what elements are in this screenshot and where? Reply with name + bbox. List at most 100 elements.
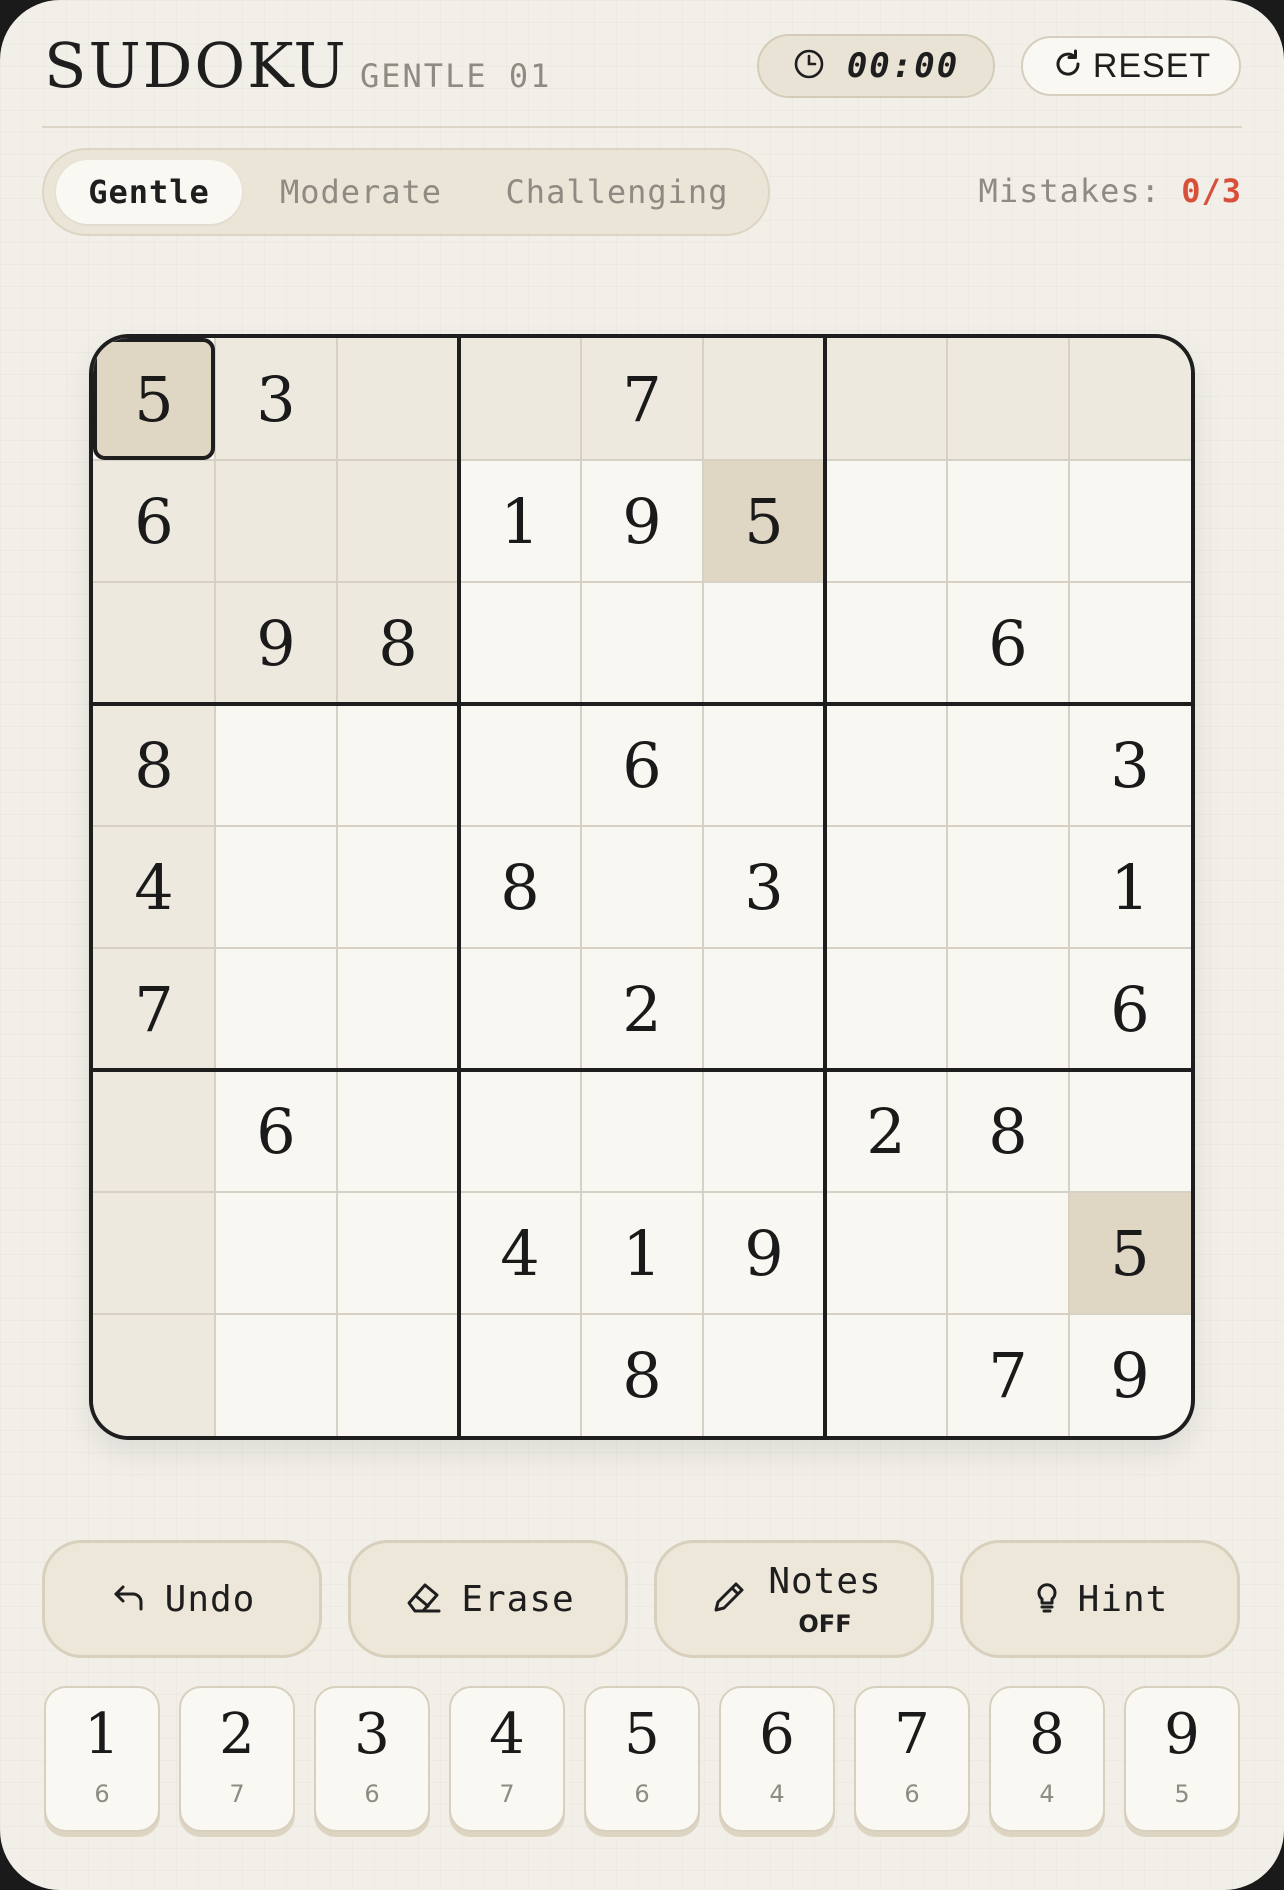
grid-cell[interactable] [703,582,825,704]
grid-cell[interactable] [947,1192,1069,1314]
grid-cell[interactable] [581,582,703,704]
grid-cell[interactable] [215,704,337,826]
grid-cell[interactable]: 5 [703,460,825,582]
grid-cell[interactable] [947,704,1069,826]
grid-cell[interactable]: 1 [581,1192,703,1314]
grid-cell[interactable]: 1 [459,460,581,582]
grid-cell[interactable]: 9 [215,582,337,704]
reset-button[interactable]: RESET [1021,36,1241,96]
number-key-3[interactable]: 36 [314,1686,430,1832]
grid-cell[interactable]: 2 [581,948,703,1070]
grid-cell[interactable] [93,582,215,704]
grid-cell[interactable] [825,826,947,948]
grid-cell[interactable]: 5 [93,338,215,460]
grid-cell[interactable]: 7 [947,1314,1069,1436]
grid-cell[interactable] [459,948,581,1070]
grid-cell[interactable] [459,704,581,826]
grid-cell[interactable] [215,1314,337,1436]
grid-cell[interactable] [703,948,825,1070]
number-key-6[interactable]: 64 [719,1686,835,1832]
grid-cell[interactable] [337,460,459,582]
grid-cell[interactable] [1069,1070,1191,1192]
grid-cell[interactable]: 8 [93,704,215,826]
grid-cell[interactable] [703,1314,825,1436]
grid-cell[interactable] [215,948,337,1070]
grid-cell[interactable]: 8 [581,1314,703,1436]
grid-cell[interactable] [581,1070,703,1192]
grid-cell[interactable] [93,1314,215,1436]
grid-cell[interactable] [825,338,947,460]
undo-button[interactable]: Undo [42,1540,322,1658]
grid-cell[interactable] [459,1070,581,1192]
grid-cell[interactable] [215,1192,337,1314]
grid-cell[interactable] [215,460,337,582]
grid-cell[interactable] [825,1314,947,1436]
grid-cell[interactable] [459,338,581,460]
grid-cell[interactable] [337,704,459,826]
grid-cell[interactable] [947,826,1069,948]
number-key-7[interactable]: 76 [854,1686,970,1832]
grid-cell[interactable]: 3 [215,338,337,460]
grid-cell[interactable] [1069,460,1191,582]
number-key-8[interactable]: 84 [989,1686,1105,1832]
key-remaining-count: 5 [1174,1780,1190,1808]
grid-cell[interactable] [459,1314,581,1436]
grid-cell[interactable]: 7 [581,338,703,460]
grid-cell[interactable]: 6 [93,460,215,582]
grid-cell[interactable] [703,1070,825,1192]
grid-cell[interactable]: 7 [93,948,215,1070]
grid-cell[interactable]: 2 [825,1070,947,1192]
grid-cell[interactable]: 4 [459,1192,581,1314]
grid-cell[interactable]: 6 [947,582,1069,704]
grid-cell[interactable]: 8 [337,582,459,704]
hint-button[interactable]: Hint [960,1540,1240,1658]
grid-cell[interactable]: 9 [703,1192,825,1314]
grid-cell[interactable] [337,948,459,1070]
grid-cell[interactable] [93,1070,215,1192]
grid-cell[interactable] [337,1070,459,1192]
grid-cell[interactable]: 3 [1069,704,1191,826]
grid-cell[interactable] [947,460,1069,582]
grid-cell[interactable] [215,826,337,948]
grid-cell[interactable] [703,338,825,460]
erase-button[interactable]: Erase [348,1540,628,1658]
grid-cell[interactable]: 9 [1069,1314,1191,1436]
number-key-5[interactable]: 56 [584,1686,700,1832]
tab-moderate[interactable]: Moderate [256,160,466,224]
number-key-4[interactable]: 47 [449,1686,565,1832]
grid-cell[interactable]: 6 [581,704,703,826]
grid-cell[interactable] [703,704,825,826]
grid-cell[interactable] [93,1192,215,1314]
grid-cell[interactable]: 5 [1069,1192,1191,1314]
number-key-9[interactable]: 95 [1124,1686,1240,1832]
grid-cell[interactable] [947,338,1069,460]
grid-cell[interactable] [825,1192,947,1314]
grid-cell[interactable]: 1 [1069,826,1191,948]
grid-cell[interactable] [825,582,947,704]
grid-cell[interactable] [337,826,459,948]
grid-cell[interactable] [1069,582,1191,704]
grid-cell[interactable] [947,948,1069,1070]
grid-cell[interactable] [825,460,947,582]
grid-cell[interactable] [459,582,581,704]
grid-cell[interactable] [337,1192,459,1314]
key-digit: 1 [84,1702,120,1767]
grid-cell[interactable] [337,338,459,460]
number-key-1[interactable]: 16 [44,1686,160,1832]
tab-challenging[interactable]: Challenging [478,160,756,224]
grid-cell[interactable]: 6 [1069,948,1191,1070]
grid-cell[interactable]: 8 [947,1070,1069,1192]
grid-cell[interactable]: 8 [459,826,581,948]
grid-cell[interactable]: 6 [215,1070,337,1192]
notes-button[interactable]: Notes OFF [654,1540,934,1658]
grid-cell[interactable]: 3 [703,826,825,948]
grid-cell[interactable] [581,826,703,948]
grid-cell[interactable] [337,1314,459,1436]
tab-gentle[interactable]: Gentle [56,160,242,224]
grid-cell[interactable] [825,948,947,1070]
number-key-2[interactable]: 27 [179,1686,295,1832]
grid-cell[interactable]: 4 [93,826,215,948]
grid-cell[interactable] [825,704,947,826]
grid-cell[interactable]: 9 [581,460,703,582]
grid-cell[interactable] [1069,338,1191,460]
